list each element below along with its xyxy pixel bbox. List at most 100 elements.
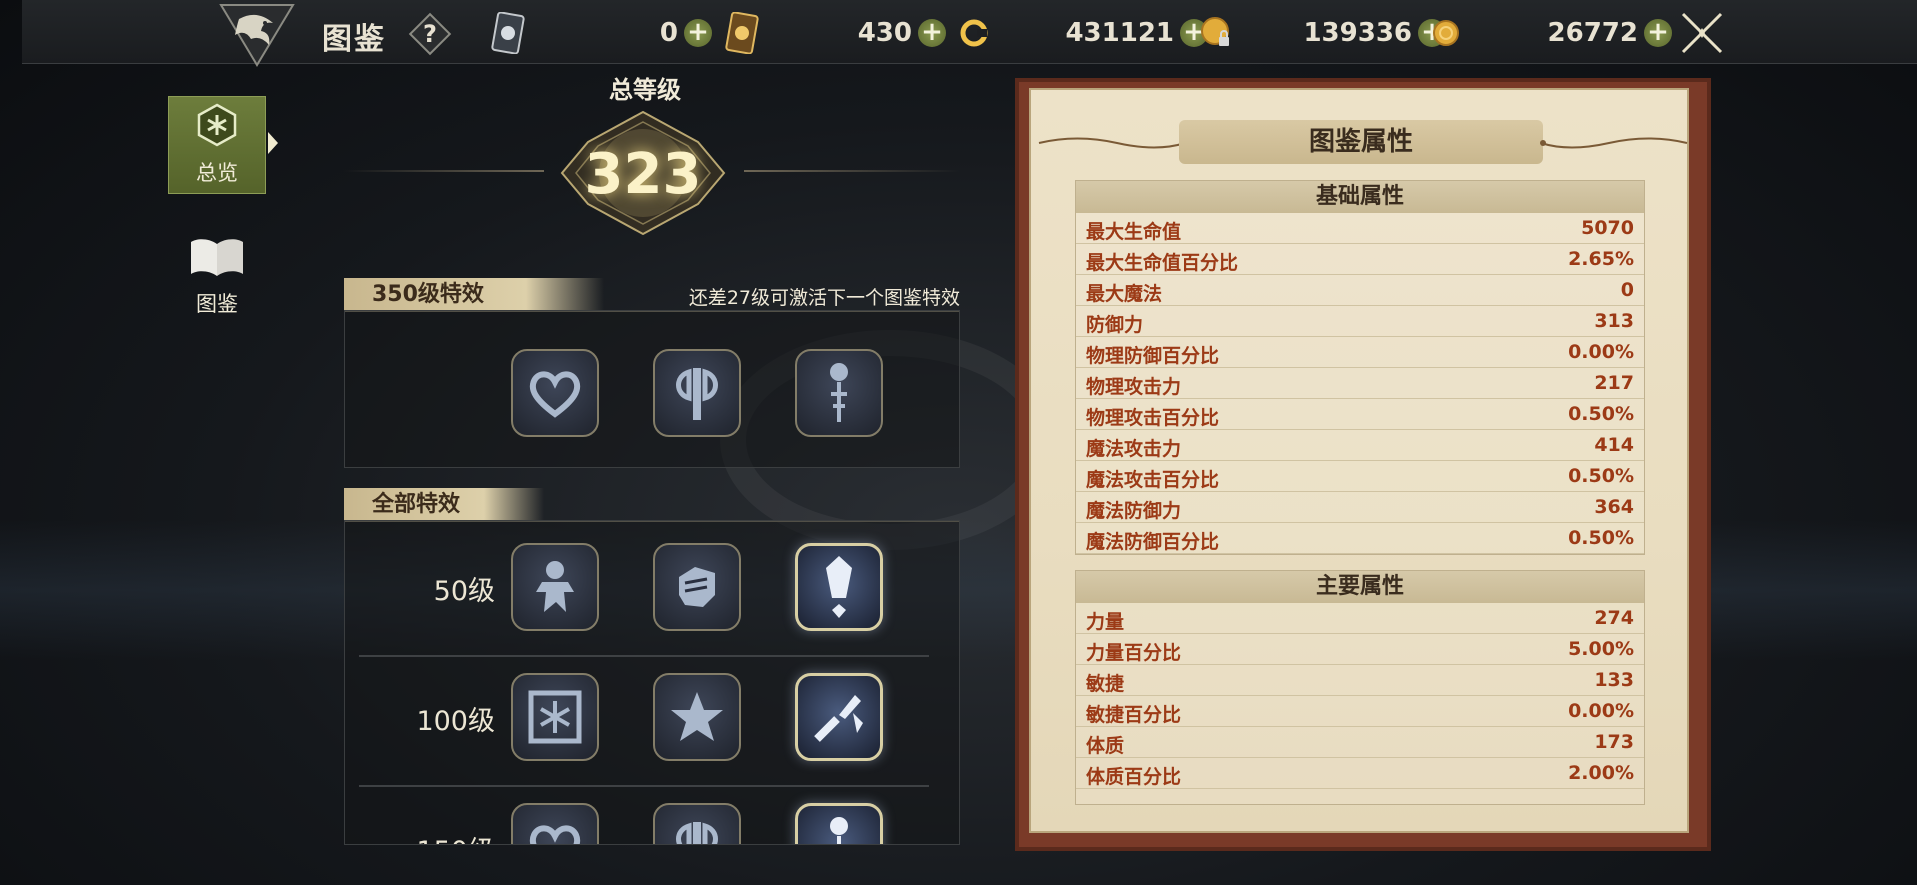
row-level-label: 50级 [433, 576, 495, 607]
attribute-value: 414 [1594, 434, 1634, 456]
parchment: 图鉴属性 基础属性 最大生命值 5070 最大生命值百分比 2.65% 最大魔法 0 防御力… [1029, 88, 1689, 833]
effect-slot[interactable] [653, 803, 741, 844]
attribute-row: 力量 274 [1076, 603, 1644, 634]
main-attributes-heading: 主要属性 [1076, 571, 1644, 603]
attribute-name: 体质 [1086, 735, 1125, 757]
attribute-row: 魔法防御百分比 0.50% [1076, 523, 1644, 554]
currency-gold-coin: 26772 + [1426, 10, 1672, 56]
attribute-value: 0.50% [1568, 465, 1634, 487]
attribute-row: 体质 173 [1076, 727, 1644, 758]
currency-ring-coin: 431121 + [954, 10, 1208, 56]
all-effects-list[interactable]: 50级 100级 [344, 520, 960, 845]
effect-slot[interactable] [511, 803, 599, 844]
attribute-value: 173 [1594, 731, 1634, 753]
effect-slot-active[interactable] [795, 673, 883, 761]
attribute-name: 力量百分比 [1086, 642, 1182, 664]
effect-slot-active[interactable] [795, 803, 883, 844]
amulet-icon [830, 363, 848, 422]
attribute-name: 最大生命值 [1086, 221, 1182, 243]
attribute-value: 133 [1594, 669, 1634, 691]
effect-slot-active[interactable] [795, 543, 883, 631]
level-divider-left [344, 170, 544, 172]
attribute-row: 魔法防御力 364 [1076, 492, 1644, 523]
attribute-value: 2.65% [1568, 248, 1634, 270]
attribute-value: 0 [1620, 279, 1634, 301]
attribute-row: 敏捷 133 [1076, 665, 1644, 696]
attribute-name: 魔法防御百分比 [1086, 531, 1220, 553]
effect-slot[interactable] [653, 673, 741, 761]
next-effect-note: 还差27级可激活下一个图鉴特效 [688, 287, 960, 309]
attribute-row: 敏捷百分比 0.00% [1076, 696, 1644, 727]
double-axe-icon [676, 368, 718, 420]
attribute-name: 力量 [1086, 611, 1125, 633]
basic-attributes-heading: 基础属性 [1076, 181, 1644, 213]
close-crossed-swords-icon[interactable] [1677, 8, 1727, 58]
nav-item-overview[interactable]: 总览 [168, 96, 266, 194]
total-level-title: 总等级 [609, 76, 681, 104]
next-effect-panel [344, 310, 960, 468]
currency-value: 26772 [1547, 18, 1638, 48]
nav-label: 总览 [196, 161, 238, 185]
currency-value: 0 [659, 18, 678, 48]
attribute-name: 敏捷 [1086, 673, 1125, 695]
attribute-name: 魔法攻击力 [1086, 438, 1182, 460]
attribute-row: 最大生命值 5070 [1076, 213, 1644, 244]
right-flourish-icon [1540, 137, 1688, 149]
attribute-name: 物理防御百分比 [1086, 345, 1220, 367]
attributes-title: 图鉴属性 [1179, 120, 1543, 164]
attribute-value: 5070 [1581, 217, 1634, 239]
effect-slot[interactable] [653, 543, 741, 631]
currency-value: 430 [857, 18, 912, 48]
attribute-name: 魔法防御力 [1086, 500, 1182, 522]
fist-icon [679, 567, 715, 607]
effect-amulet-slot[interactable] [795, 349, 883, 437]
attribute-value: 0.50% [1568, 527, 1634, 549]
attribute-value: 364 [1594, 496, 1634, 518]
ring-coin-icon [954, 10, 994, 56]
attribute-row: 力量百分比 5.00% [1076, 634, 1644, 665]
row-divider [359, 785, 929, 787]
attribute-name: 物理攻击百分比 [1086, 407, 1220, 429]
effect-heart-slot[interactable] [511, 349, 599, 437]
attribute-name: 敏捷百分比 [1086, 704, 1182, 726]
all-effects-section-title: 全部特效 [344, 488, 544, 522]
main-attributes-box[interactable]: 主要属性 力量 274 力量百分比 5.00% 敏捷 133 敏捷百分比 0.00% 体质 173… [1075, 570, 1645, 805]
attribute-value: 217 [1594, 372, 1634, 394]
attribute-value: 0.00% [1568, 700, 1634, 722]
add-silver-card-button[interactable]: + [684, 19, 712, 47]
gold-coin-icon [1426, 10, 1466, 56]
attribute-name: 最大魔法 [1086, 283, 1163, 305]
attribute-row: 防御力 313 [1076, 306, 1644, 337]
add-gold-card-button[interactable]: + [918, 19, 946, 47]
attribute-row: 魔法攻击百分比 0.50% [1076, 461, 1644, 492]
top-bar: 图鉴 ? 0 + 430 + 431121 + 139336 + 26772 + [22, 0, 1917, 67]
heart-icon [529, 825, 581, 844]
row-level-label: 150级 [345, 829, 495, 844]
nav-item-codex[interactable]: 图鉴 [168, 228, 266, 326]
attribute-value: 274 [1594, 607, 1634, 629]
attribute-name: 物理攻击力 [1086, 376, 1182, 398]
row-level-label: 100级 [416, 706, 495, 737]
exclamation-crystal-icon [826, 556, 852, 618]
currency-gold-card: 430 + [722, 10, 946, 56]
help-label: ? [423, 20, 437, 48]
silver-card-icon [488, 10, 528, 56]
star-icon [671, 692, 723, 741]
effect-axe-slot[interactable] [653, 349, 741, 437]
heart-icon [529, 371, 581, 418]
effect-slot[interactable] [511, 543, 599, 631]
total-level-value: 323 [584, 142, 702, 207]
add-gold-coin-button[interactable]: + [1644, 19, 1672, 47]
dragon-logo-icon [212, 0, 302, 68]
help-button[interactable]: ? [408, 12, 452, 56]
attribute-value: 2.00% [1568, 762, 1634, 784]
attribute-value: 313 [1594, 310, 1634, 332]
left-flourish-icon [1038, 137, 1186, 149]
attribute-row: 体质百分比 2.00% [1076, 758, 1644, 789]
attribute-row: 最大生命值百分比 2.65% [1076, 244, 1644, 275]
double-axe-icon [676, 822, 718, 844]
row-divider [359, 655, 929, 657]
snowflake-box-icon [528, 690, 582, 744]
attribute-name: 防御力 [1086, 314, 1144, 336]
effect-slot[interactable] [511, 673, 599, 761]
